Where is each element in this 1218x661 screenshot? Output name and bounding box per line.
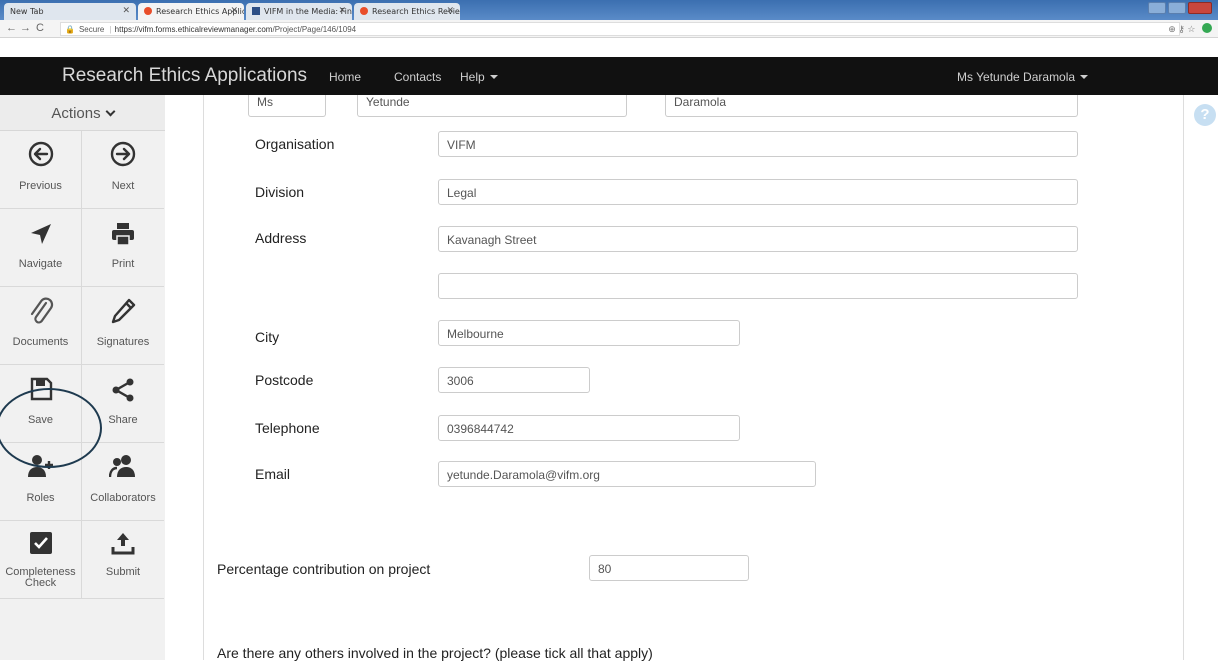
close-tab-icon[interactable]: ✕ bbox=[446, 6, 454, 16]
organisation-label: Organisation bbox=[255, 136, 335, 152]
favicon-icon bbox=[252, 7, 260, 15]
tab-title: New Tab bbox=[10, 7, 44, 16]
top-navbar: Research Ethics Applications Home Contac… bbox=[0, 57, 1218, 95]
browser-toolbar-icons: ⊕ ⚷ ☆ bbox=[1168, 23, 1212, 35]
documents-label: Documents bbox=[12, 336, 69, 348]
profile-icon[interactable] bbox=[1202, 23, 1212, 33]
completeness-check-label: Completeness Check bbox=[5, 566, 76, 589]
actions-label: Actions bbox=[51, 105, 101, 122]
secure-label: Secure bbox=[78, 25, 105, 34]
completeness-check-button[interactable]: Completeness Check bbox=[0, 521, 82, 599]
arrow-right-circle-icon bbox=[110, 141, 136, 167]
signatures-label: Signatures bbox=[96, 336, 150, 348]
form-panel: Ms Yetunde Daramola Organisation VIFM Di… bbox=[203, 95, 1184, 661]
minimize-icon[interactable] bbox=[1148, 2, 1166, 14]
close-tab-icon[interactable]: ✕ bbox=[122, 6, 130, 16]
postcode-field[interactable]: 3006 bbox=[438, 367, 590, 393]
tab-research-ethics-applications[interactable]: Research Ethics Applicat✕ bbox=[138, 3, 244, 20]
division-label: Division bbox=[255, 184, 305, 200]
back-icon[interactable]: ← bbox=[6, 22, 17, 34]
navigate-button[interactable]: Navigate bbox=[0, 209, 82, 287]
favicon-icon bbox=[360, 7, 368, 15]
arrow-left-circle-icon bbox=[28, 141, 53, 167]
signatures-button[interactable]: Signatures bbox=[82, 287, 164, 365]
first-name-field[interactable]: Yetunde bbox=[357, 95, 627, 117]
collaborators-button[interactable]: Collaborators bbox=[82, 443, 164, 521]
telephone-field[interactable]: 0396844742 bbox=[438, 415, 740, 441]
last-name-field[interactable]: Daramola bbox=[665, 95, 1078, 117]
close-tab-icon[interactable]: ✕ bbox=[338, 6, 346, 16]
next-label: Next bbox=[111, 180, 135, 192]
address-line1-field[interactable]: Kavanagh Street bbox=[438, 226, 1078, 252]
submit-label: Submit bbox=[105, 566, 141, 578]
nav-contacts[interactable]: Contacts bbox=[394, 70, 441, 84]
navigate-label: Navigate bbox=[18, 258, 63, 270]
chevron-down-icon bbox=[489, 75, 498, 79]
division-field[interactable]: Legal bbox=[438, 179, 1078, 205]
email-field[interactable]: yetunde.Daramola@vifm.org bbox=[438, 461, 816, 487]
submit-button[interactable]: Submit bbox=[82, 521, 164, 599]
chevron-down-icon bbox=[105, 106, 116, 117]
nav-help[interactable]: Help bbox=[460, 70, 498, 84]
url-path: /Project/Page/146/1094 bbox=[272, 25, 357, 34]
previous-button[interactable]: Previous bbox=[0, 131, 82, 209]
address-line2-field[interactable] bbox=[438, 273, 1078, 299]
city-label: City bbox=[255, 329, 280, 345]
tab-vifm-media[interactable]: VIFM in the Media: Find ✕ bbox=[246, 3, 352, 20]
percentage-contribution-field[interactable]: 80 bbox=[589, 555, 749, 581]
print-label: Print bbox=[111, 258, 135, 270]
documents-button[interactable]: Documents bbox=[0, 287, 82, 365]
star-icon[interactable]: ☆ bbox=[1187, 24, 1195, 34]
organisation-field[interactable]: VIFM bbox=[438, 131, 1078, 157]
actions-dropdown[interactable]: Actions bbox=[0, 95, 165, 131]
reload-icon[interactable]: C bbox=[36, 22, 44, 34]
browser-tab-bar: New Tab ✕ Research Ethics Applicat✕ VIFM … bbox=[0, 0, 1218, 20]
zoom-icon[interactable]: ⊕ bbox=[1168, 24, 1176, 34]
print-button[interactable]: Print bbox=[82, 209, 164, 287]
tab-research-ethics-review[interactable]: Research Ethics Review ✕ bbox=[354, 3, 460, 20]
telephone-label: Telephone bbox=[255, 420, 320, 436]
close-window-icon[interactable] bbox=[1188, 2, 1212, 14]
help-icon[interactable]: ? bbox=[1194, 104, 1216, 126]
collaborators-label: Collaborators bbox=[90, 492, 156, 504]
share-icon bbox=[112, 378, 134, 402]
title-field[interactable]: Ms bbox=[248, 95, 326, 117]
chevron-down-icon bbox=[1080, 75, 1089, 79]
actions-sidebar: Actions Previous Next Navigate Print Doc… bbox=[0, 95, 165, 660]
maximize-icon[interactable] bbox=[1168, 2, 1186, 14]
highlight-circle-annotation bbox=[0, 388, 102, 468]
url-host: https://vifm.forms.ethicalreviewmanager.… bbox=[114, 25, 273, 34]
paperclip-icon bbox=[30, 297, 53, 324]
previous-label: Previous bbox=[19, 180, 62, 192]
city-field[interactable]: Melbourne bbox=[438, 320, 740, 346]
address-bar-row: ← → C 🔒 Secure | https://vifm.forms.ethica… bbox=[0, 20, 1218, 38]
url-input[interactable]: 🔒 Secure | https://vifm.forms.ethicalrevie… bbox=[60, 22, 1180, 36]
user-name: Ms Yetunde Daramola bbox=[957, 70, 1076, 84]
others-involved-question: Are there any others involved in the pro… bbox=[217, 645, 653, 661]
nav-help-label: Help bbox=[460, 70, 485, 84]
favicon-icon bbox=[144, 7, 152, 15]
window-controls bbox=[1148, 2, 1212, 14]
percentage-contribution-label: Percentage contribution on project bbox=[217, 561, 431, 577]
location-arrow-icon bbox=[30, 224, 51, 244]
users-icon bbox=[109, 455, 135, 478]
tab-new-tab[interactable]: New Tab ✕ bbox=[4, 3, 136, 20]
address-label: Address bbox=[255, 230, 307, 246]
pencil-icon bbox=[111, 298, 136, 324]
app-brand[interactable]: Research Ethics Applications bbox=[62, 65, 307, 87]
postcode-label: Postcode bbox=[255, 372, 314, 388]
close-tab-icon[interactable]: ✕ bbox=[230, 6, 238, 16]
printer-icon bbox=[112, 223, 134, 246]
lock-icon: 🔒 bbox=[65, 25, 75, 34]
next-button[interactable]: Next bbox=[82, 131, 164, 209]
check-square-icon bbox=[29, 532, 52, 554]
forward-icon[interactable]: → bbox=[20, 22, 31, 34]
email-label: Email bbox=[255, 466, 291, 482]
nav-home[interactable]: Home bbox=[329, 70, 361, 84]
key-icon[interactable]: ⚷ bbox=[1178, 24, 1185, 34]
roles-label: Roles bbox=[26, 492, 55, 504]
upload-icon bbox=[111, 533, 135, 555]
user-menu[interactable]: Ms Yetunde Daramola bbox=[957, 70, 1089, 84]
